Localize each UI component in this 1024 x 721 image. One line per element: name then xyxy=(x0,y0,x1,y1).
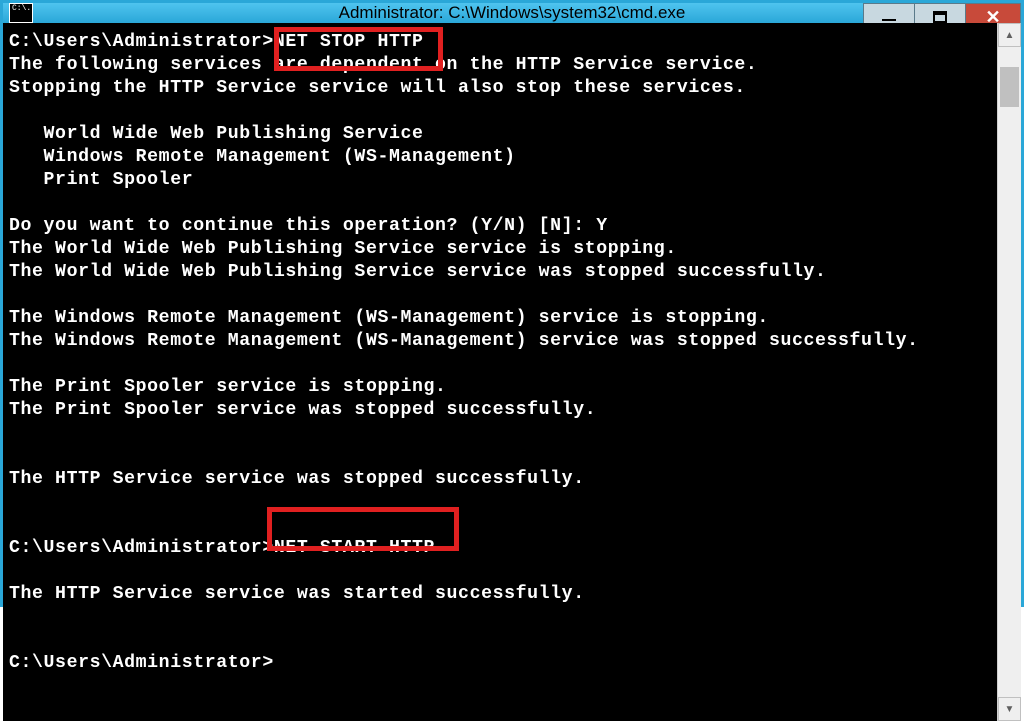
titlebar[interactable]: C:\. Administrator: C:\Windows\system32\… xyxy=(3,3,1021,23)
console-output[interactable]: C:\Users\Administrator>NET STOP HTTP The… xyxy=(3,23,997,721)
output-line: The Windows Remote Management (WS-Manage… xyxy=(9,331,919,351)
minimize-icon xyxy=(882,19,896,21)
client-area: C:\Users\Administrator>NET STOP HTTP The… xyxy=(3,23,1021,721)
command-text: NET STOP HTTP xyxy=(274,32,424,52)
output-line: Print Spooler xyxy=(9,170,193,190)
chevron-down-icon: ▼ xyxy=(1005,704,1015,715)
output-line: Stopping the HTTP Service service will a… xyxy=(9,78,746,98)
output-line: The HTTP Service service was stopped suc… xyxy=(9,469,585,489)
output-line: World Wide Web Publishing Service xyxy=(9,124,424,144)
output-line: The following services are dependent on … xyxy=(9,55,757,75)
cmd-icon-text: C:\. xyxy=(12,5,31,13)
output-line: The World Wide Web Publishing Service se… xyxy=(9,262,827,282)
scroll-up-button[interactable]: ▲ xyxy=(998,23,1021,47)
prompt: C:\Users\Administrator> xyxy=(9,653,274,673)
output-line: Do you want to continue this operation? … xyxy=(9,216,608,236)
scroll-down-button[interactable]: ▼ xyxy=(998,697,1021,721)
output-line: The HTTP Service service was started suc… xyxy=(9,584,585,604)
output-line: The Print Spooler service is stopping. xyxy=(9,377,447,397)
output-line: The Windows Remote Management (WS-Manage… xyxy=(9,308,769,328)
output-line: Windows Remote Management (WS-Management… xyxy=(9,147,516,167)
prompt: C:\Users\Administrator> xyxy=(9,32,274,52)
scrollbar-thumb[interactable] xyxy=(1000,67,1019,107)
command-text: NET START HTTP xyxy=(274,538,435,558)
cmd-window: C:\. Administrator: C:\Windows\system32\… xyxy=(0,0,1024,607)
output-line: The World Wide Web Publishing Service se… xyxy=(9,239,677,259)
maximize-icon xyxy=(933,11,947,23)
prompt: C:\Users\Administrator> xyxy=(9,538,274,558)
cmd-icon: C:\. xyxy=(9,3,33,23)
scrollbar-track[interactable] xyxy=(998,47,1021,697)
window-title: Administrator: C:\Windows\system32\cmd.e… xyxy=(339,3,686,23)
vertical-scrollbar[interactable]: ▲ ▼ xyxy=(997,23,1021,721)
output-line: The Print Spooler service was stopped su… xyxy=(9,400,596,420)
chevron-up-icon: ▲ xyxy=(1005,30,1015,41)
